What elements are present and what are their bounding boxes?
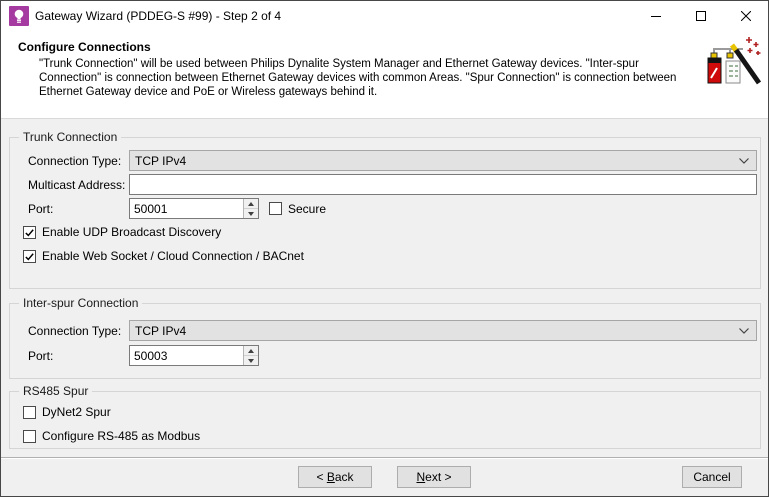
next-button[interactable]: Next > [397, 466, 471, 488]
footer-separator [1, 457, 768, 459]
maximize-button[interactable] [678, 1, 723, 31]
udp-discovery-label: Enable UDP Broadcast Discovery [42, 225, 222, 239]
minimize-icon [650, 16, 661, 17]
gateway-wizard-dialog: Gateway Wizard (PDDEG-S #99) - Step 2 of… [0, 0, 769, 497]
websocket-checkbox[interactable] [23, 249, 36, 263]
udp-discovery-row: Enable UDP Broadcast Discovery [23, 225, 221, 239]
back-button-text: < [316, 470, 327, 484]
page-title: Configure Connections [18, 40, 151, 54]
dynet2-row: DyNet2 Spur [23, 405, 111, 419]
inter-spur-port-spinner-up[interactable] [244, 346, 258, 356]
modbus-checkbox[interactable] [23, 429, 36, 443]
next-button-text-rest: ext > [425, 470, 452, 484]
secure-checkbox[interactable] [269, 202, 282, 215]
trunk-port-spinner [243, 199, 258, 218]
back-button[interactable]: < Back [298, 466, 372, 488]
app-bulb-icon [9, 6, 29, 26]
chevron-down-icon [739, 158, 749, 164]
rs485-group-label: RS485 Spur [19, 384, 93, 398]
modbus-row: Configure RS-485 as Modbus [23, 429, 200, 443]
minimize-button[interactable] [633, 1, 678, 31]
secure-checkbox-label: Secure [288, 201, 327, 216]
title-bar: Gateway Wizard (PDDEG-S #99) - Step 2 of… [1, 1, 768, 31]
inter-spur-group-label: Inter-spur Connection [19, 296, 143, 310]
trunk-group-label: Trunk Connection [19, 130, 122, 144]
dynet2-spur-label: DyNet2 Spur [42, 405, 111, 419]
dynet2-spur-checkbox[interactable] [23, 405, 36, 419]
trunk-port-spinner-up[interactable] [244, 199, 258, 209]
websocket-label: Enable Web Socket / Cloud Connection / B… [42, 249, 304, 263]
close-icon [740, 11, 751, 21]
modbus-label: Configure RS-485 as Modbus [42, 429, 201, 443]
cancel-button[interactable]: Cancel [682, 466, 742, 488]
wizard-wand-icon [707, 37, 761, 85]
chevron-down-icon [739, 328, 749, 334]
window-title: Gateway Wizard (PDDEG-S #99) - Step 2 of… [35, 9, 282, 23]
back-button-text-rest: ack [334, 470, 354, 484]
multicast-address-label: Multicast Address: [28, 177, 126, 192]
inter-spur-port-input[interactable] [129, 345, 259, 366]
inter-spur-connection-group: Inter-spur Connection Connection Type: T… [9, 296, 761, 379]
inter-spur-port-spinner [243, 346, 258, 365]
trunk-connection-type-value: TCP IPv4 [135, 153, 187, 168]
wizard-header: Configure Connections "Trunk Connection"… [1, 31, 768, 119]
inter-spur-connection-type-label: Connection Type: [28, 323, 122, 338]
inter-spur-connection-type-select[interactable]: TCP IPv4 [129, 320, 757, 341]
trunk-port-input[interactable] [129, 198, 259, 219]
rs485-spur-group: RS485 Spur DyNet2 Spur Configure RS-485 … [9, 384, 761, 449]
maximize-icon [695, 11, 706, 21]
inter-spur-port-label: Port: [28, 348, 54, 363]
trunk-port-label: Port: [28, 201, 54, 216]
trunk-connection-group: Trunk Connection Connection Type: TCP IP… [9, 130, 761, 289]
check-icon [25, 228, 34, 237]
page-description: "Trunk Connection" will be used between … [39, 58, 677, 98]
check-icon [25, 252, 34, 261]
inter-spur-connection-type-value: TCP IPv4 [135, 323, 187, 338]
multicast-address-input[interactable] [129, 174, 757, 195]
trunk-port-spinner-down[interactable] [244, 209, 258, 218]
trunk-connection-type-select[interactable]: TCP IPv4 [129, 150, 757, 171]
back-button-accesskey: B [326, 470, 335, 484]
websocket-row: Enable Web Socket / Cloud Connection / B… [23, 249, 304, 263]
trunk-connection-type-label: Connection Type: [28, 153, 122, 168]
secure-checkbox-row: Secure [269, 202, 326, 216]
inter-spur-port-spinner-down[interactable] [244, 356, 258, 365]
udp-discovery-checkbox[interactable] [23, 225, 36, 239]
close-button[interactable] [723, 1, 768, 31]
next-button-accesskey: N [416, 470, 426, 484]
